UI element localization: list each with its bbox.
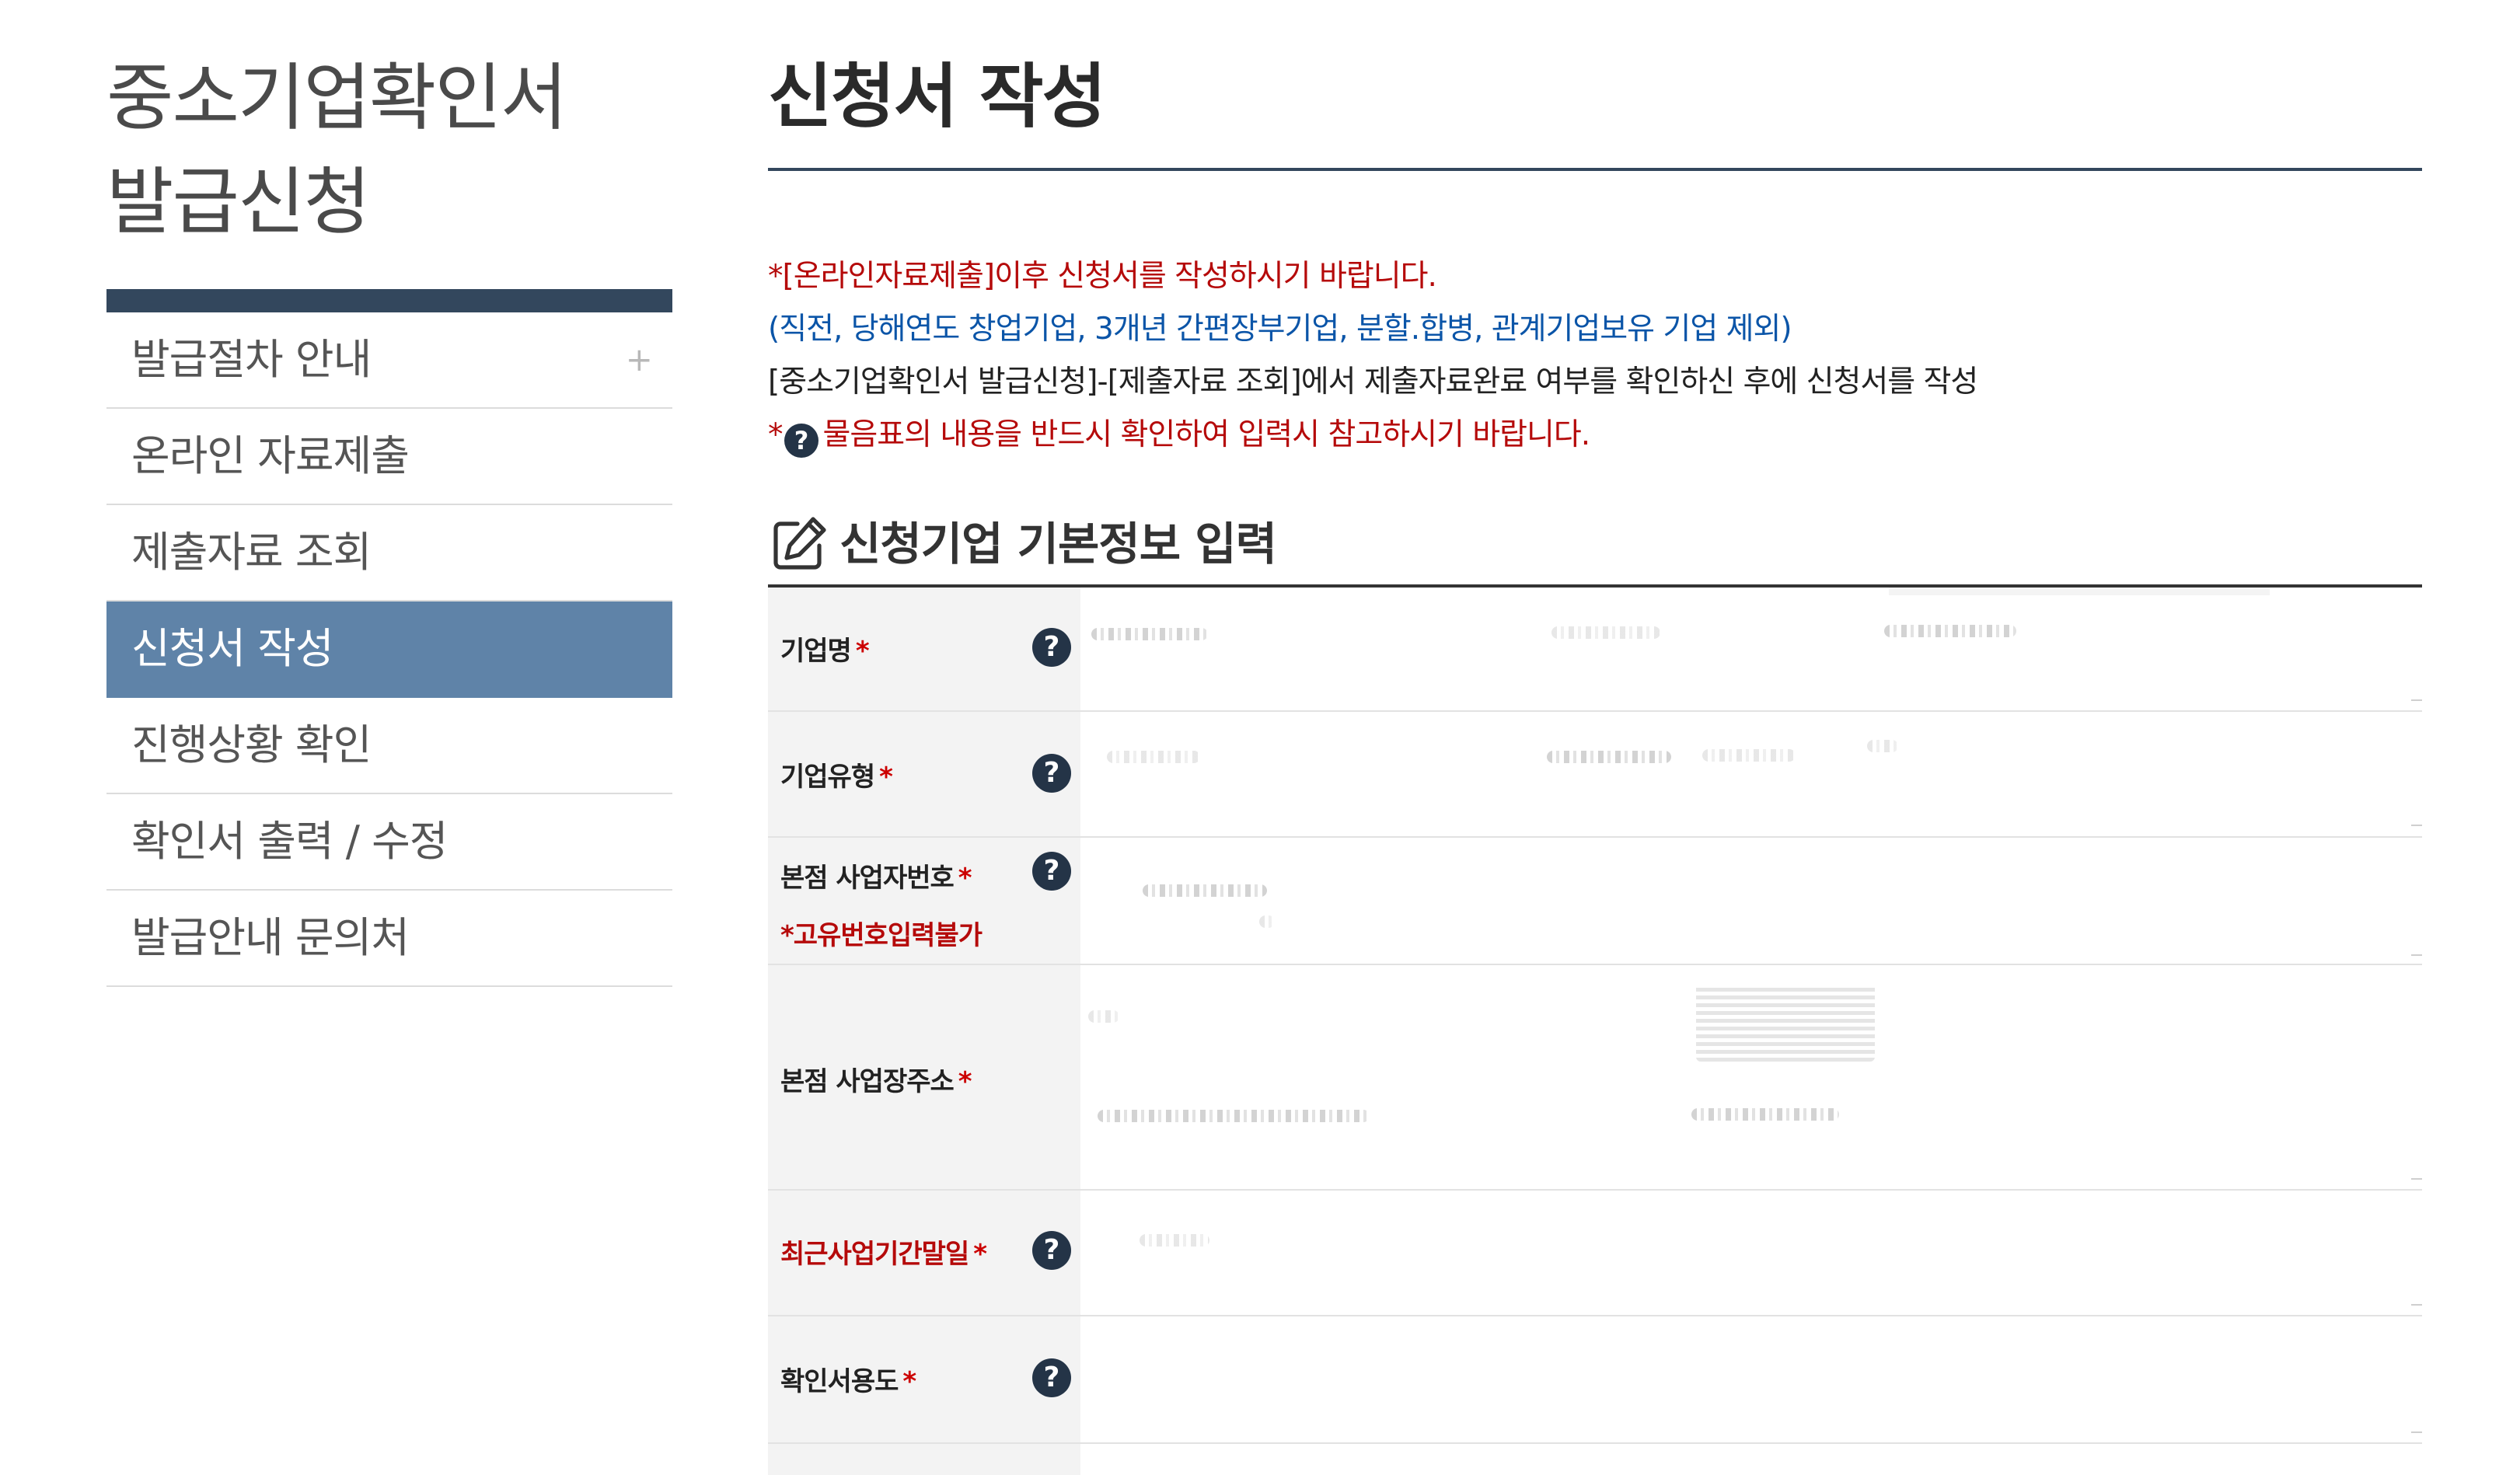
- form-row-company-type: 기업유형 * ?: [768, 712, 2422, 838]
- field-label: 본점 사업장주소 *: [780, 1066, 972, 1097]
- notice-asterisk: *: [768, 417, 783, 452]
- business-number-value[interactable]: [1080, 838, 2422, 964]
- sidebar: 중소기업확인서 발급신청 발급절차 안내 + 온라인 자료제출 제출자료 조회 …: [106, 47, 672, 987]
- redacted-mark: [2411, 1304, 2422, 1306]
- sidebar-item-contact[interactable]: 발급안내 문의처: [106, 891, 672, 987]
- notice-line-2: (직전, 당해연도 창업기업, 3개년 간편장부기업, 분할.합병, 관계기업보…: [768, 312, 1792, 347]
- basic-info-form: 기업명 * ? 기업유형 * ? 본점 사업자번호 * *고유번호입력불가 ? …: [768, 588, 2422, 1475]
- redacted-value: [1140, 1234, 1209, 1247]
- redacted-value: [1107, 751, 1200, 763]
- redacted-mark: [2411, 1178, 2422, 1180]
- help-icon[interactable]: ?: [1032, 628, 1071, 667]
- sidebar-item-label: 발급절차 안내: [131, 335, 372, 384]
- certificate-purpose-value[interactable]: [1080, 1316, 2422, 1442]
- sidebar-item-label: 온라인 자료제출: [131, 431, 410, 480]
- question-mark-icon: ?: [784, 424, 818, 458]
- redacted-mark: [2411, 825, 2422, 826]
- redacted-value: [1696, 984, 1875, 1062]
- notice-line-3: [중소기업확인서 발급신청]-[제출자료 조회]에서 제출자료완료 여부를 확인…: [768, 364, 1978, 399]
- help-icon[interactable]: ?: [1032, 852, 1071, 891]
- redacted-mark: [2411, 1431, 2422, 1433]
- redacted-value: [1884, 625, 2016, 637]
- label-cell: 본점 사업자번호 * *고유번호입력불가 ?: [768, 838, 1080, 964]
- label-cell: 본점 사업장주소 *: [768, 965, 1080, 1189]
- label-cell: 확인서용도 * ?: [768, 1316, 1080, 1442]
- sidebar-item-submission-lookup[interactable]: 제출자료 조회: [106, 505, 672, 602]
- section-header: 신청기업 기본정보 입력: [768, 505, 2422, 583]
- redacted-value: [1691, 1108, 1839, 1121]
- sidebar-item-certificate-print[interactable]: 확인서 출력 / 수정: [106, 794, 672, 891]
- main-content: 신청서 작성 *[온라인자료제출]이후 신청서를 작성하시기 바랍니다. (직전…: [768, 47, 2422, 1475]
- field-label: 확인서용도 *: [780, 1366, 916, 1397]
- redacted-value: [1088, 1010, 1119, 1023]
- sidebar-item-issuance-guide[interactable]: 발급절차 안내 +: [106, 312, 672, 409]
- help-icon[interactable]: ?: [1032, 754, 1071, 793]
- edit-icon: [773, 517, 826, 570]
- field-label: 기업명 *: [780, 636, 870, 667]
- redacted-mark: [2411, 954, 2422, 956]
- help-icon[interactable]: ?: [1032, 1358, 1071, 1397]
- page-title: 신청서 작성: [768, 56, 1106, 138]
- form-row-certificate-purpose: 확인서용도 * ?: [768, 1316, 2422, 1444]
- sidebar-item-label: 제출자료 조회: [131, 528, 372, 577]
- title-divider: [768, 168, 2422, 171]
- sidebar-title-line2: 발급신청: [106, 160, 371, 245]
- notice-line-4-text: 물음표의 내용을 반드시 확인하여 입력시 참고하시기 바랍니다.: [822, 417, 1591, 452]
- sidebar-item-application-form[interactable]: 신청서 작성: [106, 602, 672, 698]
- business-address-value[interactable]: [1080, 965, 2422, 1189]
- redacted-value: [1143, 884, 1267, 897]
- redacted-value: [1547, 751, 1671, 763]
- label-cell: [768, 1444, 1080, 1475]
- sidebar-item-online-submission[interactable]: 온라인 자료제출: [106, 409, 672, 505]
- plus-icon[interactable]: +: [626, 312, 653, 407]
- help-icon[interactable]: ?: [1032, 1231, 1071, 1270]
- field-sublabel: *고유번호입력불가: [780, 920, 983, 951]
- redacted-value: [1551, 626, 1660, 639]
- redacted-value: [1098, 1110, 1370, 1122]
- sidebar-item-label: 발급안내 문의처: [131, 913, 410, 962]
- form-row-company-name: 기업명 * ?: [768, 588, 2422, 712]
- field-label: 본점 사업자번호 *: [780, 863, 972, 894]
- notice-line-4: *? 물음표의 내용을 반드시 확인하여 입력시 참고하시기 바랍니다.: [768, 409, 2422, 462]
- notice-block: *[온라인자료제출]이후 신청서를 작성하시기 바랍니다. (직전, 당해연도 …: [768, 250, 2422, 462]
- sidebar-divider-bar: [106, 289, 672, 312]
- fiscal-year-end-value[interactable]: [1080, 1191, 2422, 1315]
- redacted-value: [1259, 915, 1275, 928]
- notice-line-1: *[온라인자료제출]이후 신청서를 작성하시기 바랍니다.: [768, 259, 1437, 294]
- form-row-fiscal-year-end: 최근사업기간말일 * ?: [768, 1191, 2422, 1316]
- sidebar-item-progress-check[interactable]: 진행상황 확인: [106, 698, 672, 794]
- field-label: 기업유형 *: [780, 762, 893, 793]
- sidebar-item-label: 확인서 출력 / 수정: [131, 817, 448, 866]
- label-cell: 기업유형 * ?: [768, 712, 1080, 836]
- section-title: 신청기업 기본정보 입력: [839, 518, 1277, 570]
- redacted-value: [1702, 749, 1796, 762]
- redacted-mark: [2411, 699, 2422, 701]
- label-cell: 최근사업기간말일 * ?: [768, 1191, 1080, 1315]
- sidebar-menu: 발급절차 안내 + 온라인 자료제출 제출자료 조회 신청서 작성 진행상황 확…: [106, 312, 672, 987]
- form-row-business-number: 본점 사업자번호 * *고유번호입력불가 ?: [768, 838, 2422, 965]
- field-label: 최근사업기간말일 *: [780, 1239, 987, 1270]
- company-type-value[interactable]: [1080, 712, 2422, 836]
- form-row-next: [768, 1444, 2422, 1475]
- redacted-value: [1867, 740, 1898, 752]
- sidebar-title: 중소기업확인서 발급신청: [106, 47, 672, 255]
- sidebar-item-label: 진행상황 확인: [131, 720, 372, 769]
- company-name-value[interactable]: [1080, 588, 2422, 710]
- redacted-shade: [1889, 588, 2270, 595]
- sidebar-item-label: 신청서 작성: [131, 624, 334, 673]
- form-row-business-address: 본점 사업장주소 *: [768, 965, 2422, 1191]
- label-cell: 기업명 * ?: [768, 588, 1080, 710]
- sidebar-title-line1: 중소기업확인서: [106, 56, 567, 141]
- redacted-value: [1091, 628, 1208, 640]
